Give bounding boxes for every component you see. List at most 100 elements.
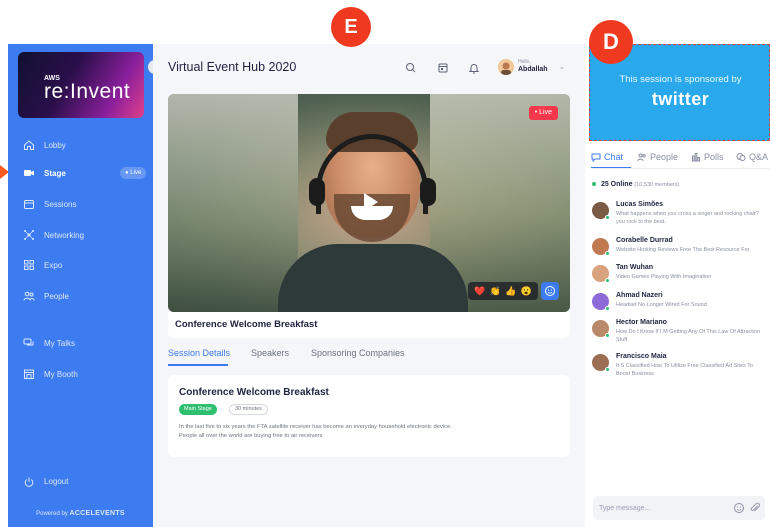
avatar[interactable] [592, 354, 610, 372]
search-icon [406, 63, 416, 73]
chat-author[interactable]: Hector Mariano [616, 319, 667, 326]
chat-bubbles-icon [23, 338, 34, 346]
reaction-heart[interactable]: ❤️ [474, 286, 485, 297]
notifications-button[interactable] [464, 58, 484, 78]
qa-icon [736, 153, 746, 161]
sidebar-item-people[interactable]: People [8, 283, 153, 309]
calendar-icon [438, 63, 448, 73]
logout-label: Logout [44, 477, 69, 486]
avatar[interactable] [592, 265, 610, 283]
sidebar-item-label: Lobby [44, 140, 66, 150]
tabs-divider [591, 168, 770, 169]
chat-text: How Do I Know If I M Getting Any Of This… [616, 329, 761, 343]
session-description: In the last five to six years the FTA sa… [179, 424, 452, 439]
tab-qa[interactable]: Q&A [736, 152, 768, 162]
annotation-marker-e: E [331, 7, 371, 47]
tab-speakers[interactable]: Speakers [251, 348, 289, 358]
sidebar-item-lobby[interactable]: Lobby [8, 132, 153, 158]
chat-author[interactable]: Ahmad Nazeri [616, 292, 663, 299]
tab-polls[interactable]: Polls [691, 152, 724, 162]
calendar-button[interactable] [433, 58, 453, 78]
sidebar-item-networking[interactable]: Networking [8, 222, 153, 248]
chat-text: What happens when you cross a singer and… [616, 211, 759, 225]
people-icon [637, 153, 646, 162]
message-composer [593, 496, 765, 520]
calendar-icon [24, 200, 34, 209]
sidebar-item-stage[interactable]: Stage ● Live [8, 160, 153, 186]
powered-prefix: Powered by [36, 511, 68, 517]
bell-icon [468, 64, 480, 74]
right-panel: This session is sponsored by twitter Cha… [585, 44, 770, 527]
tab-session-details[interactable]: Session Details [168, 348, 230, 358]
sidebar-item-my-booth[interactable]: My Booth [8, 361, 153, 387]
grid-icon [24, 260, 34, 270]
user-greeting: Hello, [518, 59, 531, 65]
sidebar: AWS re:Invent ‹ Lobby Stage ● Live Sessi… [8, 44, 162, 527]
avatar[interactable] [592, 320, 610, 338]
play-icon[interactable] [354, 187, 384, 217]
event-logo: AWS re:Invent [18, 52, 144, 118]
reaction-wow[interactable]: 😮 [521, 286, 532, 297]
avatar[interactable] [592, 293, 610, 311]
video-caption: Conference Welcome Breakfast [168, 312, 570, 338]
chevron-down-icon: ⌄ [559, 64, 565, 71]
tab-sponsoring-companies[interactable]: Sponsoring Companies [311, 348, 405, 358]
sidebar-item-expo[interactable]: Expo [8, 252, 153, 278]
sidebar-item-my-talks[interactable]: My Talks [8, 330, 153, 356]
attachment-icon[interactable] [749, 502, 761, 514]
tab-people[interactable]: People [637, 152, 678, 162]
duration-tag: 30 minutes [229, 404, 268, 415]
message-input[interactable] [599, 501, 719, 515]
chat-text: Video Games Playing With Imagination [616, 274, 712, 280]
chat-text: Website Hosting Reviews Free The Best Re… [616, 247, 750, 253]
video-icon [24, 170, 34, 176]
chat-text: Headset No Longer Wired For Sound [616, 302, 707, 308]
search-button[interactable] [401, 58, 421, 78]
network-icon [24, 230, 34, 240]
online-dot [592, 182, 596, 187]
online-status-dot [605, 278, 610, 283]
powered-by: Powered by ACCELEVENTS [8, 510, 153, 517]
chat-author[interactable]: Tan Wuhan [616, 264, 653, 271]
sidebar-item-label: Expo [44, 260, 63, 270]
power-icon [24, 477, 34, 487]
emoji-icon[interactable] [733, 502, 745, 514]
headset-earcup [309, 178, 325, 206]
members-count: (10,530 members) [634, 182, 680, 188]
avatar[interactable] [592, 238, 610, 256]
reaction-toggle-button[interactable] [541, 282, 559, 300]
sidebar-item-label: Stage [44, 168, 66, 178]
avatar [498, 59, 514, 75]
annotation-marker-d: D [589, 20, 633, 64]
online-status-dot [605, 251, 610, 256]
user-menu[interactable]: Hello, Abdallah ⌄ [495, 56, 571, 80]
polls-icon [692, 153, 701, 162]
chat-icon [591, 153, 601, 162]
online-status-dot [605, 215, 610, 220]
people-icon [23, 291, 35, 301]
reaction-thumbs-up[interactable]: 👍 [505, 286, 516, 297]
sidebar-item-label: My Booth [44, 369, 78, 379]
active-tab-indicator [168, 364, 228, 366]
video-background [168, 94, 298, 312]
sidebar-item-label: People [44, 291, 69, 301]
powered-brand: ACCELEVENTS [69, 510, 125, 517]
video-player[interactable]: • Live ❤️ 👏 👍 😮 [168, 94, 570, 312]
video-speaker-shirt [278, 244, 468, 312]
sponsor-text: This session is sponsored by [619, 74, 742, 85]
booth-icon [24, 369, 34, 379]
headset-earcup [420, 178, 436, 206]
chat-author[interactable]: Francisco Maia [616, 353, 667, 360]
chat-author[interactable]: Lucas Simões [616, 201, 663, 208]
logout-button[interactable]: Logout [8, 469, 153, 495]
reaction-clap[interactable]: 👏 [490, 286, 501, 297]
online-status-dot [605, 367, 610, 372]
home-icon [24, 140, 34, 150]
avatar[interactable] [592, 202, 610, 220]
sidebar-item-label: Networking [44, 230, 85, 240]
sidebar-item-sessions[interactable]: Sessions [8, 191, 153, 217]
chat-author[interactable]: Corabelle Durrad [616, 237, 673, 244]
tab-polls-label: Polls [704, 152, 724, 162]
tab-chat[interactable]: Chat [591, 152, 623, 162]
online-status-dot [605, 333, 610, 338]
